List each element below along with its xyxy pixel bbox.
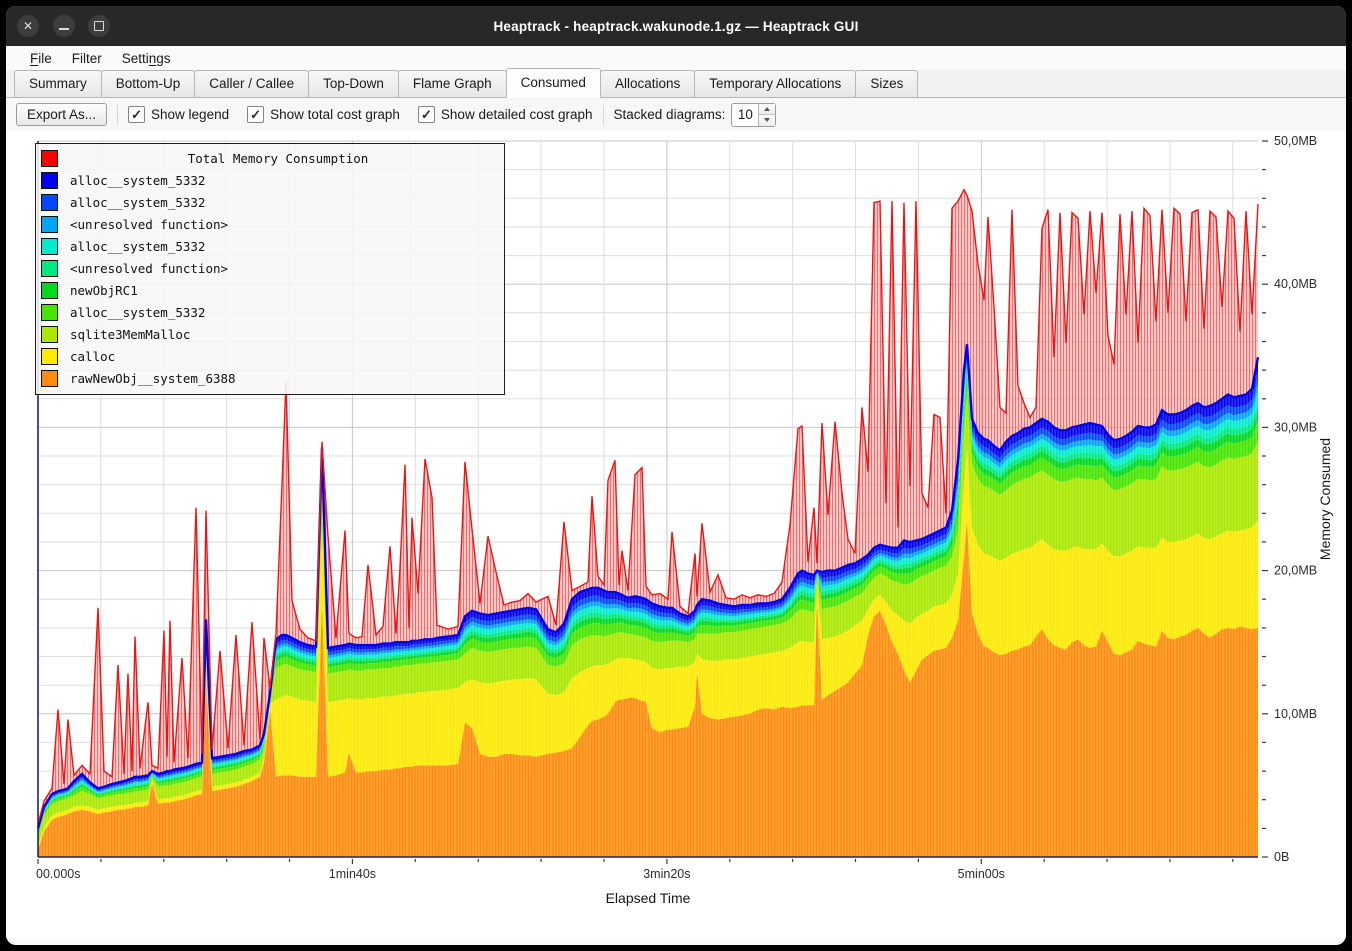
checkbox-label: Show legend — [151, 107, 229, 122]
y-tick-label: 0B — [1274, 850, 1289, 864]
legend-swatch — [41, 326, 58, 343]
legend-title-row: Total Memory Consumption — [41, 147, 498, 169]
legend-swatch-total — [41, 150, 58, 167]
legend-swatch — [41, 370, 58, 387]
checkbox-box[interactable]: ✓ — [128, 106, 145, 123]
checkbox-show-legend[interactable]: ✓ Show legend — [128, 106, 229, 123]
menu-item-filter[interactable]: Filter — [62, 49, 112, 68]
tab-flame-graph[interactable]: Flame Graph — [398, 70, 507, 97]
toolbar-separator — [603, 105, 604, 125]
legend-title: Total Memory Consumption — [58, 151, 498, 166]
tab-consumed[interactable]: Consumed — [506, 68, 601, 98]
checkbox-show-total-cost-graph[interactable]: ✓ Show total cost graph — [247, 106, 400, 123]
legend-label: alloc__system_5332 — [70, 173, 205, 188]
x-axis-title: Elapsed Time — [606, 890, 691, 906]
legend-item: alloc__system_5332 — [41, 301, 498, 323]
legend-item: alloc__system_5332 — [41, 235, 498, 257]
x-tick-label: 00.000s — [36, 867, 80, 881]
legend-item: rawNewObj__system_6388 — [41, 367, 498, 389]
legend-item: newObjRC1 — [41, 279, 498, 301]
title-bar: ✕ Heaptrack - heaptrack.wakunode.1.gz — … — [6, 6, 1346, 46]
checkbox-label: Show detailed cost graph — [441, 107, 593, 122]
checkbox-show-detailed-cost-graph[interactable]: ✓ Show detailed cost graph — [418, 106, 593, 123]
legend-label: <unresolved function> — [70, 261, 228, 276]
y-tick-label: 10,0MB — [1274, 707, 1317, 721]
legend-label: newObjRC1 — [70, 283, 138, 298]
tab-bar: SummaryBottom-UpCaller / CalleeTop-DownF… — [6, 70, 1346, 98]
close-icon[interactable]: ✕ — [17, 15, 39, 37]
y-tick-label: 30,0MB — [1274, 420, 1317, 434]
legend-swatch — [41, 282, 58, 299]
window-title: Heaptrack - heaptrack.wakunode.1.gz — He… — [6, 19, 1346, 34]
consumed-chart[interactable]: 00.000s 1min40s 3min20s 5min00s 0B 10,0MB 20,0… — [6, 131, 1346, 939]
checkbox-box[interactable]: ✓ — [418, 106, 435, 123]
y-tick-label: 50,0MB — [1274, 134, 1317, 148]
legend-item: alloc__system_5332 — [41, 169, 498, 191]
stacked-diagrams-spinner[interactable]: 10 — [731, 103, 776, 127]
toolbar-separator — [117, 105, 118, 125]
x-tick-label: 5min00s — [958, 867, 1005, 881]
legend-item: sqlite3MemMalloc — [41, 323, 498, 345]
menu-item-settings[interactable]: Settings — [112, 49, 181, 68]
legend-item: <unresolved function> — [41, 213, 498, 235]
checkbox-box[interactable]: ✓ — [247, 106, 264, 123]
minimize-icon[interactable] — [53, 15, 75, 37]
legend-swatch — [41, 216, 58, 233]
legend-label: alloc__system_5332 — [70, 195, 205, 210]
legend-label: alloc__system_5332 — [70, 305, 205, 320]
legend-swatch — [41, 304, 58, 321]
legend-swatch — [41, 194, 58, 211]
legend-item: alloc__system_5332 — [41, 191, 498, 213]
spinner-up-button[interactable] — [759, 104, 775, 116]
legend-label: alloc__system_5332 — [70, 239, 205, 254]
menu-item-file[interactable]: File — [20, 49, 62, 68]
checkbox-label: Show total cost graph — [270, 107, 400, 122]
chart-legend: Total Memory Consumption alloc__system_53… — [35, 143, 505, 395]
toolbar: Export As... ✓ Show legend ✓ Show total cos… — [6, 98, 1346, 131]
legend-swatch — [41, 172, 58, 189]
tab-caller-callee[interactable]: Caller / Callee — [194, 70, 309, 97]
x-tick-label: 1min40s — [329, 867, 376, 881]
spinner-value[interactable]: 10 — [732, 104, 758, 126]
legend-label: calloc — [70, 349, 115, 364]
stacked-diagrams-label: Stacked diagrams: — [614, 107, 726, 122]
y-tick-label: 40,0MB — [1274, 277, 1317, 291]
maximize-icon[interactable] — [88, 15, 110, 37]
tab-temporary-allocations[interactable]: Temporary Allocations — [694, 70, 856, 97]
y-tick-label: 20,0MB — [1274, 564, 1317, 578]
export-as-button[interactable]: Export As... — [16, 103, 107, 126]
y-axis-title: Memory Consumed — [1317, 438, 1333, 560]
tab-sizes[interactable]: Sizes — [855, 70, 918, 97]
legend-item: calloc — [41, 345, 498, 367]
tab-bottom-up[interactable]: Bottom-Up — [101, 70, 196, 97]
legend-swatch — [41, 260, 58, 277]
legend-item: <unresolved function> — [41, 257, 498, 279]
tab-top-down[interactable]: Top-Down — [308, 70, 399, 97]
tab-summary[interactable]: Summary — [14, 70, 102, 97]
tab-allocations[interactable]: Allocations — [600, 70, 695, 97]
menu-bar: FileFilterSettings — [6, 46, 1346, 70]
legend-swatch — [41, 348, 58, 365]
x-tick-label: 3min20s — [643, 867, 690, 881]
legend-label: sqlite3MemMalloc — [70, 327, 190, 342]
app-window: ✕ Heaptrack - heaptrack.wakunode.1.gz — … — [6, 6, 1346, 945]
legend-label: <unresolved function> — [70, 217, 228, 232]
legend-label: rawNewObj__system_6388 — [70, 371, 236, 386]
legend-swatch — [41, 238, 58, 255]
spinner-down-button[interactable] — [759, 115, 775, 126]
